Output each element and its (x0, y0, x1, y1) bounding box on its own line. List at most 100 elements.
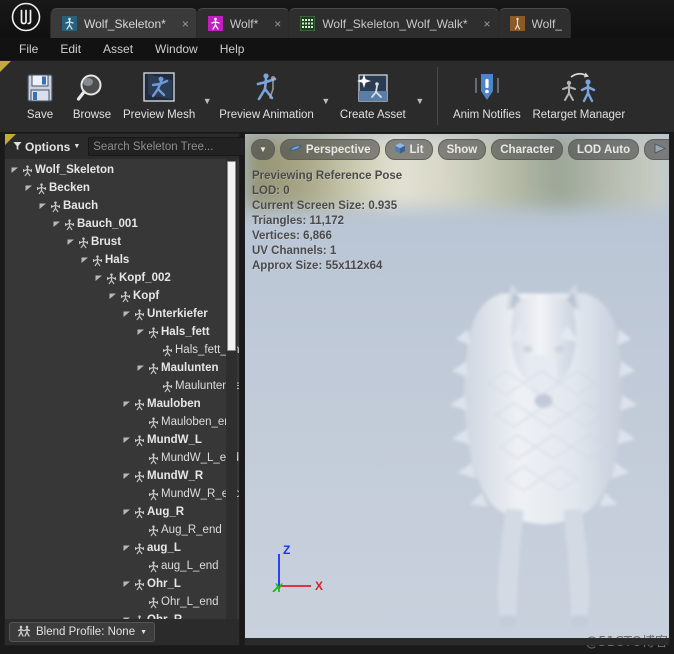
tab-3[interactable]: Wolf_ (497, 8, 571, 38)
preview-animation-icon (246, 68, 288, 108)
tree-row[interactable]: MundW_R_end (5, 485, 239, 503)
tree-row[interactable]: Aug_R_end (5, 521, 239, 539)
tree-row[interactable]: aug_L (5, 539, 239, 557)
expand-arrow-icon[interactable] (121, 580, 132, 588)
preview-animation-dropdown-caret[interactable]: ▼ (319, 66, 333, 130)
playback-speed-button[interactable]: x1.0 (644, 139, 669, 160)
expand-arrow-icon[interactable] (121, 436, 132, 444)
bone-icon (146, 326, 161, 339)
menu-item-asset[interactable]: Asset (94, 39, 142, 59)
expand-arrow-icon[interactable] (37, 202, 48, 210)
tab-0[interactable]: Wolf_Skeleton* × (50, 8, 198, 38)
stat-uv-channels: UV Channels: 1 (252, 245, 337, 257)
expand-arrow-icon[interactable] (121, 472, 132, 480)
expand-arrow-icon[interactable] (121, 310, 132, 318)
bone-icon (132, 398, 147, 411)
tree-row[interactable]: Unterkiefer (5, 305, 239, 323)
preview-mesh-button[interactable]: Preview Mesh (118, 66, 200, 130)
animation-icon (299, 15, 316, 32)
tree-row[interactable]: MundW_R (5, 467, 239, 485)
options-button[interactable]: Options ▼ (9, 138, 84, 156)
skeleton-bone-tree[interactable]: Wolf_Skeleton Becken Bauch Bauch_001 Brust Ha… (5, 159, 239, 619)
perspective-button[interactable]: Perspective (279, 139, 380, 160)
tree-row[interactable]: Becken (5, 179, 239, 197)
viewport-bottom-scrollbar[interactable] (245, 638, 669, 645)
tree-scrollbar-thumb[interactable] (227, 161, 236, 351)
tree-row[interactable]: Bauch_001 (5, 215, 239, 233)
tab-2[interactable]: Wolf_Skeleton_Wolf_Walk* × (288, 8, 500, 38)
blend-profile-button[interactable]: Blend Profile: None ▼ (9, 622, 156, 642)
menu-item-edit[interactable]: Edit (51, 39, 90, 59)
expand-arrow-icon[interactable] (121, 400, 132, 408)
tree-row[interactable]: Maulunten (5, 359, 239, 377)
anim-notifies-button[interactable]: Anim Notifies (448, 66, 526, 130)
tree-row[interactable]: Mauloben (5, 395, 239, 413)
tree-row[interactable]: Hals_fett_end (5, 341, 239, 359)
expand-arrow-icon[interactable] (9, 166, 20, 174)
tree-row[interactable]: Mauloben_end (5, 413, 239, 431)
expand-arrow-icon[interactable] (65, 238, 76, 246)
tab-1[interactable]: Wolf* × (195, 8, 291, 38)
preview-mesh-dropdown-caret[interactable]: ▼ (200, 66, 214, 130)
tree-row[interactable]: Hals (5, 251, 239, 269)
bone-icon (62, 218, 77, 231)
viewport-menu-button[interactable]: ▼ (251, 139, 275, 160)
expand-arrow-icon[interactable] (135, 328, 146, 336)
bone-icon (48, 200, 63, 213)
tree-scrollbar[interactable] (226, 159, 237, 619)
bone-name-label: Kopf_002 (119, 272, 171, 284)
show-button[interactable]: Show (437, 139, 487, 160)
preview-viewport[interactable]: ▼ Perspective Lit Show Character LOD Aut… (244, 133, 670, 646)
tree-row[interactable]: MundW_L_end (5, 449, 239, 467)
chevron-down-icon: ▼ (259, 145, 267, 154)
physics-icon (509, 15, 526, 32)
save-button[interactable]: Save (14, 66, 66, 130)
bone-icon (132, 434, 147, 447)
expand-arrow-icon[interactable] (107, 292, 118, 300)
tree-row[interactable]: Hals_fett (5, 323, 239, 341)
retarget-manager-button[interactable]: Retarget Manager (526, 66, 632, 130)
create-asset-dropdown-caret[interactable]: ▼ (413, 66, 427, 130)
tab-close-icon[interactable]: × (182, 17, 189, 31)
tree-row[interactable]: Ohr_R (5, 611, 239, 619)
tree-row[interactable]: aug_L_end (5, 557, 239, 575)
tree-row[interactable]: Aug_R (5, 503, 239, 521)
expand-arrow-icon[interactable] (93, 274, 104, 282)
expand-arrow-icon[interactable] (79, 256, 90, 264)
character-button[interactable]: Character (491, 139, 563, 160)
tree-row[interactable]: Wolf_Skeleton (5, 161, 239, 179)
browse-button[interactable]: Browse (66, 66, 118, 130)
perspective-label: Perspective (305, 143, 371, 156)
menu-item-file[interactable]: File (10, 39, 47, 59)
skeleton-search-box[interactable] (88, 137, 265, 156)
tree-row[interactable]: Kopf_002 (5, 269, 239, 287)
tree-row[interactable]: Maulunten_en (5, 377, 239, 395)
lod-auto-button[interactable]: LOD Auto (567, 139, 640, 160)
expand-arrow-icon[interactable] (51, 220, 62, 228)
bone-name-label: MundW_L (147, 434, 202, 446)
stat-previewing-pose: Previewing Reference Pose (252, 170, 403, 182)
menu-item-help[interactable]: Help (211, 39, 254, 59)
expand-arrow-icon[interactable] (135, 364, 146, 372)
search-input[interactable] (93, 140, 248, 153)
bone-name-label: MundW_R (147, 470, 204, 482)
lit-button[interactable]: Lit (384, 139, 433, 160)
tree-row[interactable]: Ohr_L_end (5, 593, 239, 611)
tree-row[interactable]: MundW_L (5, 431, 239, 449)
tree-row[interactable]: Brust (5, 233, 239, 251)
menu-item-window[interactable]: Window (146, 39, 207, 59)
expand-arrow-icon[interactable] (121, 544, 132, 552)
expand-arrow-icon[interactable] (121, 508, 132, 516)
bone-icon (132, 578, 147, 591)
unreal-engine-logo-icon[interactable] (0, 0, 52, 38)
tree-row[interactable]: Kopf (5, 287, 239, 305)
tab-close-icon[interactable]: × (274, 17, 281, 31)
tab-close-icon[interactable]: × (484, 17, 491, 31)
tree-row[interactable]: Bauch (5, 197, 239, 215)
tree-row[interactable]: Ohr_L (5, 575, 239, 593)
skeleton-tree-header: Options ▼ (5, 134, 265, 159)
preview-animation-button[interactable]: Preview Animation (214, 66, 319, 130)
create-asset-button[interactable]: Create Asset (333, 66, 413, 130)
expand-arrow-icon[interactable] (23, 184, 34, 192)
bone-icon (132, 542, 147, 555)
